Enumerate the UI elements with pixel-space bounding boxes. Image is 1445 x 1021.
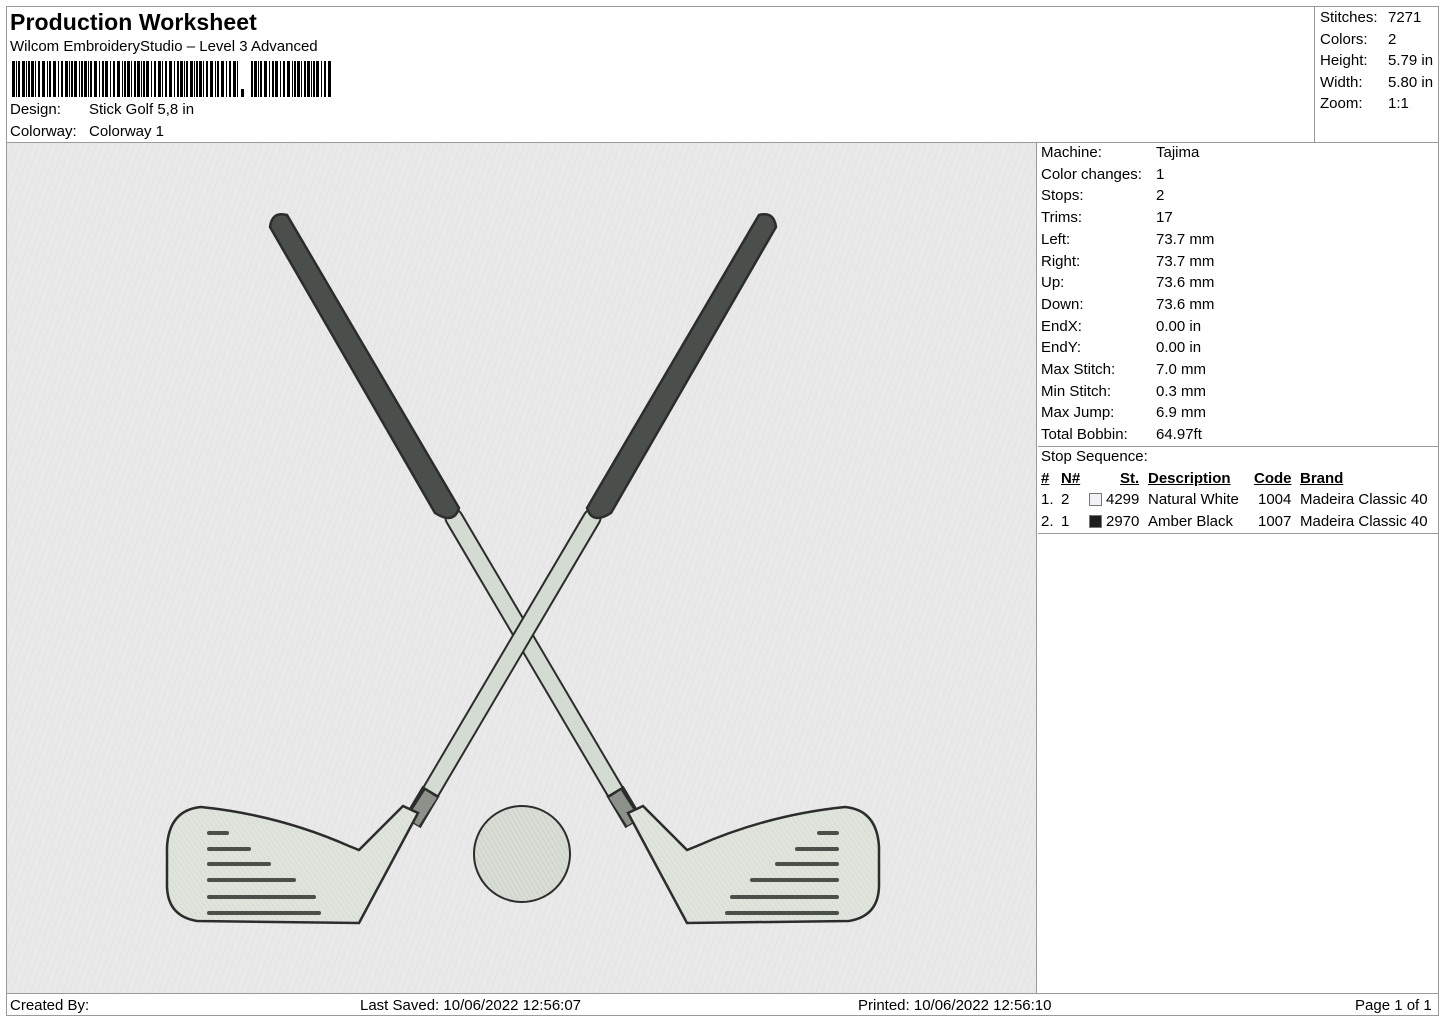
- col-description: Description: [1148, 470, 1231, 487]
- col-number: #: [1041, 470, 1050, 487]
- info-row: Right: 73.7 mm: [1041, 252, 1214, 270]
- info-row: Total Bobbin: 64.97ft: [1041, 426, 1202, 444]
- info-row: EndY: 0.00 in: [1041, 339, 1201, 357]
- info-value: 73.7 mm: [1156, 252, 1215, 270]
- design-label: Design:: [10, 101, 61, 118]
- info-label: Machine:: [1041, 144, 1102, 161]
- printed-date: Printed: 10/06/2022 12:56:10: [858, 997, 1052, 1014]
- golf-clubs-artwork: [7, 143, 1036, 994]
- col-stitches: St.: [1120, 470, 1140, 487]
- stat-width: Width: 5.80 in: [1320, 74, 1434, 91]
- table-divider: [1038, 533, 1439, 534]
- page-number: Page 1 of 1: [1355, 997, 1432, 1014]
- info-label: Left:: [1041, 230, 1071, 248]
- col-brand: Brand: [1300, 470, 1344, 487]
- info-value: 6.9 mm: [1156, 404, 1207, 422]
- color-swatch: [1089, 493, 1102, 506]
- worksheet-header: Production Worksheet Wilcom EmbroiderySt…: [7, 7, 1314, 143]
- info-label: Total Bobbin:: [1041, 426, 1128, 444]
- info-row: Machine: Tajima: [1041, 144, 1199, 161]
- info-value: 73.7 mm: [1156, 230, 1215, 248]
- col-needle: N#: [1061, 470, 1081, 487]
- info-label: Color changes:: [1041, 165, 1142, 183]
- info-label: Down:: [1041, 295, 1084, 313]
- info-label: Right:: [1041, 252, 1081, 270]
- stat-height: Height: 5.79 in: [1320, 52, 1434, 69]
- info-value: Tajima: [1156, 144, 1200, 161]
- last-saved: Last Saved: 10/06/2022 12:56:07: [360, 997, 582, 1014]
- stat-stitches: Stitches: 7271: [1320, 9, 1422, 26]
- info-label: Max Jump:: [1041, 404, 1115, 422]
- stat-zoom: Zoom: 1:1: [1320, 95, 1409, 112]
- colorway-value: Colorway 1: [89, 123, 165, 140]
- col-code: Code: [1254, 470, 1292, 487]
- software-name: Wilcom EmbroideryStudio – Level 3 Advanc…: [10, 38, 318, 55]
- production-worksheet: Production Worksheet Wilcom EmbroiderySt…: [6, 6, 1439, 1016]
- info-value: 0.00 in: [1156, 317, 1202, 335]
- machine-info-panel: Machine: Tajima Color changes: 1 Stops: 2 Trim…: [1038, 143, 1439, 994]
- info-value: 7.0 mm: [1156, 361, 1207, 378]
- info-value: 1: [1156, 165, 1165, 183]
- info-value: 64.97ft: [1156, 426, 1202, 444]
- info-value: 0.00 in: [1156, 339, 1202, 357]
- info-row: Up: 73.6 mm: [1041, 274, 1214, 292]
- info-row: EndX: 0.00 in: [1041, 317, 1201, 335]
- info-row: Max Jump: 6.9 mm: [1041, 404, 1206, 422]
- info-divider: [1038, 446, 1439, 447]
- design-value: Stick Golf 5,8 in: [89, 101, 195, 118]
- info-value: 73.6 mm: [1156, 274, 1215, 292]
- colorway-label: Colorway:: [10, 123, 77, 140]
- info-label: Max Stitch:: [1041, 361, 1116, 378]
- info-row: Down: 73.6 mm: [1041, 295, 1214, 313]
- info-label: EndY:: [1041, 339, 1082, 357]
- info-row: Trims: 17: [1041, 209, 1173, 227]
- stop-sequence-label: Stop Sequence:: [1041, 448, 1148, 465]
- golf-ball: [473, 805, 571, 903]
- info-value: 17: [1156, 209, 1173, 227]
- color-swatch: [1089, 515, 1102, 528]
- barcode-image: [12, 61, 331, 97]
- design-stats: Stitches: 7271 Colors: 2 Height: 5.79 in Wi…: [1314, 7, 1439, 143]
- info-value: 2: [1156, 187, 1165, 205]
- info-row: Stops: 2: [1041, 187, 1164, 205]
- info-label: Min Stitch:: [1041, 382, 1112, 400]
- design-preview: [7, 143, 1037, 994]
- stat-colors: Colors: 2: [1320, 31, 1397, 48]
- info-label: Trims:: [1041, 209, 1083, 227]
- created-by: Created By:: [10, 997, 90, 1014]
- worksheet-footer: Created By: Last Saved: 10/06/2022 12:56…: [7, 994, 1439, 1016]
- info-label: EndX:: [1041, 317, 1082, 335]
- info-value: 0.3 mm: [1156, 382, 1207, 400]
- info-row: Min Stitch: 0.3 mm: [1041, 382, 1206, 400]
- info-value: 73.6 mm: [1156, 295, 1215, 313]
- info-row: Left: 73.7 mm: [1041, 230, 1214, 248]
- page-title: Production Worksheet: [10, 9, 257, 35]
- info-row: Color changes: 1: [1041, 165, 1164, 183]
- info-label: Up:: [1041, 274, 1065, 292]
- info-label: Stops:: [1041, 187, 1084, 205]
- info-row: Max Stitch: 7.0 mm: [1041, 361, 1206, 378]
